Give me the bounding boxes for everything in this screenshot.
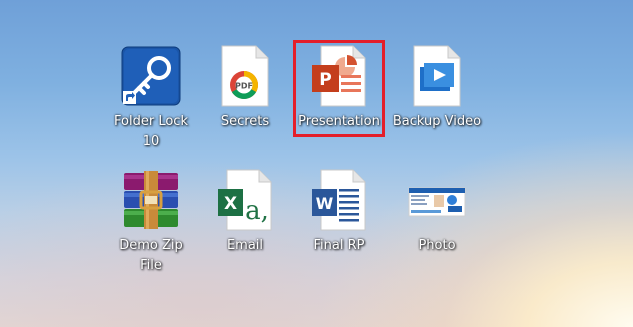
backup-video-label: Backup Video [392,114,482,129]
svg-text:W: W [316,194,334,213]
desktop-icon-photo[interactable]: Photo [390,168,484,256]
svg-text:PDF: PDF [235,82,253,91]
folder-lock-label: Folder Lock 10 [114,114,188,149]
video-file-icon [405,44,469,108]
folder-lock-key-icon [119,44,183,108]
desktop-icon-email[interactable]: a, X Email [198,168,292,256]
secrets-label: Secrets [220,114,270,129]
selection-highlight [293,40,385,137]
email-label: Email [226,238,264,253]
excel-file-icon: a, X [213,168,277,232]
svg-text:X: X [224,194,237,214]
desktop-icon-final-rp[interactable]: W Final RP [292,168,386,256]
desktop-icon-demo-zip[interactable]: Demo Zip File [104,168,198,276]
photo-label: Photo [418,238,456,253]
final-rp-label: Final RP [313,238,365,253]
desktop-icon-secrets[interactable]: PDF Secrets [198,44,292,132]
demo-zip-label: Demo Zip File [119,238,183,273]
pdf-file-icon: PDF [213,44,277,108]
desktop: Folder Lock 10 PDF Secrets P Presentatio… [0,0,633,327]
desktop-icon-backup-video[interactable]: Backup Video [390,44,484,132]
word-file-icon: W [307,168,371,232]
desktop-icon-folder-lock[interactable]: Folder Lock 10 [104,44,198,152]
svg-text:a,: a, [245,196,269,226]
winrar-archive-icon [119,168,183,232]
image-thumbnail-icon [405,168,469,232]
